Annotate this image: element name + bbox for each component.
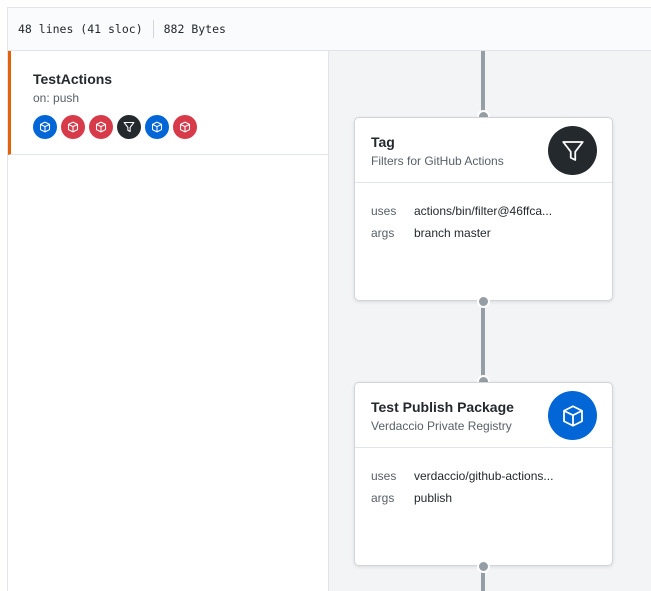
node-header: Tag Filters for GitHub Actions: [355, 118, 612, 183]
package-icon[interactable]: [33, 115, 57, 139]
file-info-bar: 48 lines (41 sloc) 882 Bytes: [8, 8, 651, 51]
action-node-tag[interactable]: Tag Filters for GitHub Actions uses acti…: [354, 117, 613, 301]
workflow-name: TestActions: [33, 71, 113, 87]
args-row: args branch master: [371, 222, 612, 244]
args-label: args: [371, 226, 395, 240]
workflow-item-testactions[interactable]: TestActions on: push: [8, 51, 328, 155]
uses-row: uses verdaccio/github-actions...: [371, 465, 612, 487]
args-label: args: [371, 491, 395, 505]
connector-dot: [477, 560, 490, 573]
node-header: Test Publish Package Verdaccio Private R…: [355, 383, 612, 448]
uses-label: uses: [371, 204, 397, 218]
divider: [152, 20, 154, 38]
args-row: args publish: [371, 487, 612, 509]
args-value: publish: [414, 491, 453, 505]
node-details: uses actions/bin/filter@46ffca... args b…: [355, 183, 612, 244]
filter-icon[interactable]: [117, 115, 141, 139]
connector-line: [481, 301, 485, 382]
uses-value: actions/bin/filter@46ffca...: [414, 204, 553, 218]
workflow-graph-canvas: Tag Filters for GitHub Actions uses acti…: [329, 51, 651, 591]
package-icon[interactable]: [145, 115, 169, 139]
connector-line: [481, 51, 485, 117]
file-size: 882 Bytes: [163, 22, 226, 36]
workflow-sidebar: TestActions on: push: [8, 51, 329, 591]
filter-icon: [548, 126, 597, 175]
args-value: branch master: [414, 226, 491, 240]
package-icon: [548, 391, 597, 440]
package-icon[interactable]: [173, 115, 197, 139]
uses-value: verdaccio/github-actions...: [414, 469, 554, 483]
workflow-viewer: 48 lines (41 sloc) 882 Bytes TestActions…: [7, 7, 651, 591]
uses-row: uses actions/bin/filter@46ffca...: [371, 200, 612, 222]
workflow-trigger: on: push: [33, 91, 80, 105]
uses-label: uses: [371, 469, 397, 483]
connector-dot: [477, 295, 490, 308]
workflow-action-icons: [33, 115, 328, 139]
node-details: uses verdaccio/github-actions... args pu…: [355, 448, 612, 509]
package-icon[interactable]: [61, 115, 85, 139]
line-count: 48 lines (41 sloc): [18, 22, 143, 36]
package-icon[interactable]: [89, 115, 113, 139]
action-node-test-publish-package[interactable]: Test Publish Package Verdaccio Private R…: [354, 382, 613, 566]
